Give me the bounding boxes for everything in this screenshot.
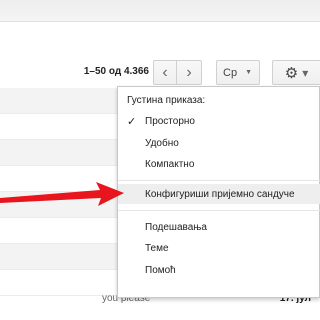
settings-item[interactable]: Подешавања [118,217,320,237]
chevron-right-icon: › [186,63,192,81]
themes-item[interactable]: Теме [118,238,320,258]
settings-gear-button[interactable]: ⚙ ▾ [272,60,320,85]
toolbar: 1–50 од 4.366 ‹ › Ср ▼ ⚙ ▾ [0,54,320,88]
input-language-label: Ср [223,66,238,79]
density-compact[interactable]: Компактно [118,154,320,174]
chevron-left-icon: ‹ [162,63,168,81]
menu-divider [118,210,320,211]
display-density-header: Густина приказа: [127,95,206,106]
menu-divider [118,180,320,181]
newer-button[interactable]: ‹ [153,60,177,85]
caret-down-icon: ▼ [245,69,252,76]
red-arrow-annotation [0,182,124,206]
page-count: 1–50 од 4.366 [83,66,149,77]
settings-menu: Густина приказа: ✓ Просторно Удобно Комп… [117,86,320,298]
older-button[interactable]: › [176,60,202,85]
density-cozy[interactable]: Удобно [118,133,320,153]
gear-icon: ⚙ [284,64,299,82]
input-language-button[interactable]: Ср ▼ [216,60,260,85]
checkmark-icon: ✓ [127,115,137,128]
chevron-down-icon: ▾ [302,65,309,80]
top-bar [0,0,320,22]
help-item[interactable]: Помоћ [118,260,320,280]
density-comfortable[interactable]: ✓ Просторно [118,111,320,131]
configure-inbox-item[interactable]: Конфигуриши пријемно сандуче [118,184,320,204]
